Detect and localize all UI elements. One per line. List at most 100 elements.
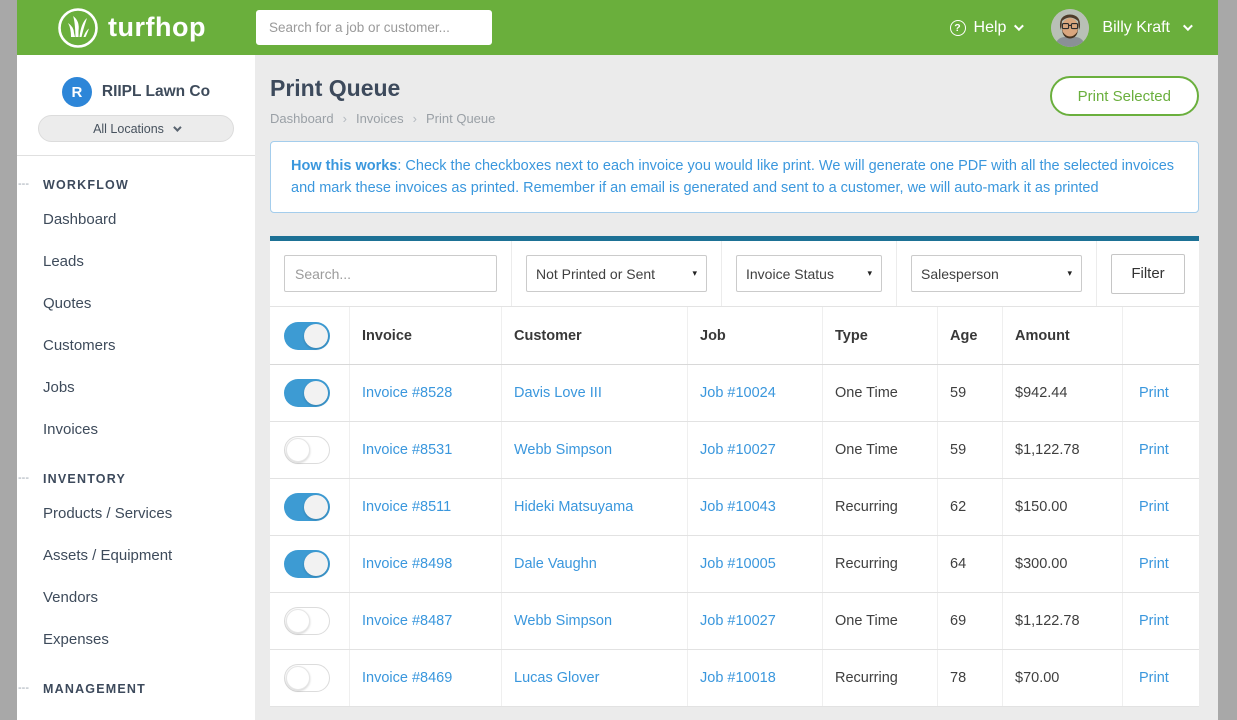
- sidebar-item-vendors[interactable]: Vendors: [17, 576, 255, 618]
- invoice-link-cell: Invoice #8511: [350, 479, 502, 535]
- breadcrumb-item-print-queue[interactable]: Print Queue: [426, 111, 495, 126]
- printed-sent-select[interactable]: Not Printed or Sent ▾: [526, 255, 707, 292]
- topbar-right: ? Help: [950, 9, 1190, 47]
- print-link-cell: Print: [1123, 422, 1199, 478]
- invoice-link[interactable]: Invoice #8531: [362, 442, 452, 458]
- customer-link[interactable]: Webb Simpson: [514, 442, 612, 458]
- screen: turfhop ? Help: [0, 0, 1237, 720]
- sidebar-section-management: ---MANAGEMENT: [17, 660, 255, 702]
- locations-selector[interactable]: All Locations: [38, 115, 234, 142]
- print-link[interactable]: Print: [1139, 613, 1169, 629]
- select-all-toggle[interactable]: [284, 322, 330, 350]
- select-arrow-icon: ▾: [692, 268, 697, 279]
- salesperson-select-value: Salesperson: [921, 266, 999, 282]
- filter-button[interactable]: Filter: [1111, 254, 1185, 294]
- top-header: turfhop ? Help: [17, 0, 1218, 55]
- chevron-down-icon: [1014, 21, 1024, 31]
- amount-value: $1,122.78: [1015, 613, 1080, 629]
- print-link[interactable]: Print: [1139, 670, 1169, 686]
- invoice-link[interactable]: Invoice #8511: [362, 499, 451, 515]
- customer-link[interactable]: Lucas Glover: [514, 670, 599, 686]
- select-arrow-icon: ▾: [1067, 268, 1072, 279]
- global-search-input[interactable]: [256, 10, 492, 45]
- sidebar-item-invoices[interactable]: Invoices: [17, 408, 255, 450]
- toggle-knob: [286, 438, 310, 462]
- amount-value-cell: $70.00: [1003, 650, 1123, 706]
- salesperson-select[interactable]: Salesperson ▾: [911, 255, 1082, 292]
- job-link[interactable]: Job #10043: [700, 499, 776, 515]
- age-value: 69: [950, 613, 966, 629]
- invoice-link[interactable]: Invoice #8487: [362, 613, 452, 629]
- invoice-link[interactable]: Invoice #8528: [362, 385, 452, 401]
- customer-link[interactable]: Davis Love III: [514, 385, 602, 401]
- invoice-link-cell: Invoice #8531: [350, 422, 502, 478]
- breadcrumb-item-invoices[interactable]: Invoices: [356, 111, 404, 126]
- print-link[interactable]: Print: [1139, 385, 1169, 401]
- customer-link-cell: Webb Simpson: [502, 422, 688, 478]
- select-all-cell: [270, 307, 350, 364]
- print-link[interactable]: Print: [1139, 442, 1169, 458]
- help-menu[interactable]: ? Help: [950, 19, 1022, 37]
- customer-link[interactable]: Dale Vaughn: [514, 556, 597, 572]
- sidebar-item-products-services[interactable]: Products / Services: [17, 492, 255, 534]
- column-header-customer: Customer: [502, 307, 688, 364]
- type-value-cell: Recurring: [823, 536, 938, 592]
- invoice-link[interactable]: Invoice #8498: [362, 556, 452, 572]
- breadcrumb-item-dashboard[interactable]: Dashboard: [270, 111, 334, 126]
- row-toggle[interactable]: [284, 379, 330, 407]
- invoice-link[interactable]: Invoice #8469: [362, 670, 452, 686]
- job-link[interactable]: Job #10005: [700, 556, 776, 572]
- amount-value-cell: $150.00: [1003, 479, 1123, 535]
- age-value-cell: 64: [938, 536, 1003, 592]
- table-row: Invoice #8528Davis Love IIIJob #10024One…: [270, 365, 1199, 422]
- row-toggle[interactable]: [284, 664, 330, 692]
- age-value: 59: [950, 385, 966, 401]
- column-header-type: Type: [823, 307, 938, 364]
- job-link[interactable]: Job #10027: [700, 613, 776, 629]
- sidebar-item-quotes[interactable]: Quotes: [17, 282, 255, 324]
- sidebar-section-label: INVENTORY: [43, 472, 126, 486]
- invoice-status-select[interactable]: Invoice Status ▾: [736, 255, 882, 292]
- breadcrumb-separator: ›: [343, 111, 347, 126]
- row-toggle-cell: [270, 650, 350, 706]
- left-edge-strip: [0, 0, 17, 720]
- type-value-cell: One Time: [823, 422, 938, 478]
- print-selected-button[interactable]: Print Selected: [1050, 76, 1199, 116]
- user-menu[interactable]: Billy Kraft: [1051, 9, 1190, 47]
- sidebar-item-expenses[interactable]: Expenses: [17, 618, 255, 660]
- age-value-cell: 69: [938, 593, 1003, 649]
- toggle-knob: [304, 381, 328, 405]
- column-header-actions: [1123, 307, 1199, 364]
- table-search-input[interactable]: [284, 255, 497, 292]
- brand[interactable]: turfhop: [57, 7, 256, 49]
- right-edge-strip: [1218, 0, 1237, 720]
- print-link[interactable]: Print: [1139, 556, 1169, 572]
- job-link[interactable]: Job #10027: [700, 442, 776, 458]
- row-toggle[interactable]: [284, 436, 330, 464]
- customer-link[interactable]: Hideki Matsuyama: [514, 499, 633, 515]
- type-value: Recurring: [835, 670, 898, 686]
- sidebar-item-dashboard[interactable]: Dashboard: [17, 198, 255, 240]
- job-link[interactable]: Job #10018: [700, 670, 776, 686]
- table-row: Invoice #8487Webb SimpsonJob #10027One T…: [270, 593, 1199, 650]
- sidebar-item-jobs[interactable]: Jobs: [17, 366, 255, 408]
- job-link-cell: Job #10043: [688, 479, 823, 535]
- invoice-status-select-value: Invoice Status: [746, 266, 834, 282]
- print-link[interactable]: Print: [1139, 499, 1169, 515]
- row-toggle[interactable]: [284, 493, 330, 521]
- job-link[interactable]: Job #10024: [700, 385, 776, 401]
- toggle-knob: [304, 495, 328, 519]
- amount-value: $150.00: [1015, 499, 1067, 515]
- sidebar-item-leads[interactable]: Leads: [17, 240, 255, 282]
- customer-link[interactable]: Webb Simpson: [514, 613, 612, 629]
- invoice-table: InvoiceCustomerJobTypeAgeAmountInvoice #…: [270, 307, 1199, 707]
- job-link-cell: Job #10024: [688, 365, 823, 421]
- sidebar-section-label: MANAGEMENT: [43, 682, 146, 696]
- amount-value: $942.44: [1015, 385, 1067, 401]
- amount-value-cell: $942.44: [1003, 365, 1123, 421]
- row-toggle[interactable]: [284, 607, 330, 635]
- job-link-cell: Job #10027: [688, 422, 823, 478]
- row-toggle[interactable]: [284, 550, 330, 578]
- sidebar-item-customers[interactable]: Customers: [17, 324, 255, 366]
- sidebar-item-assets-equipment[interactable]: Assets / Equipment: [17, 534, 255, 576]
